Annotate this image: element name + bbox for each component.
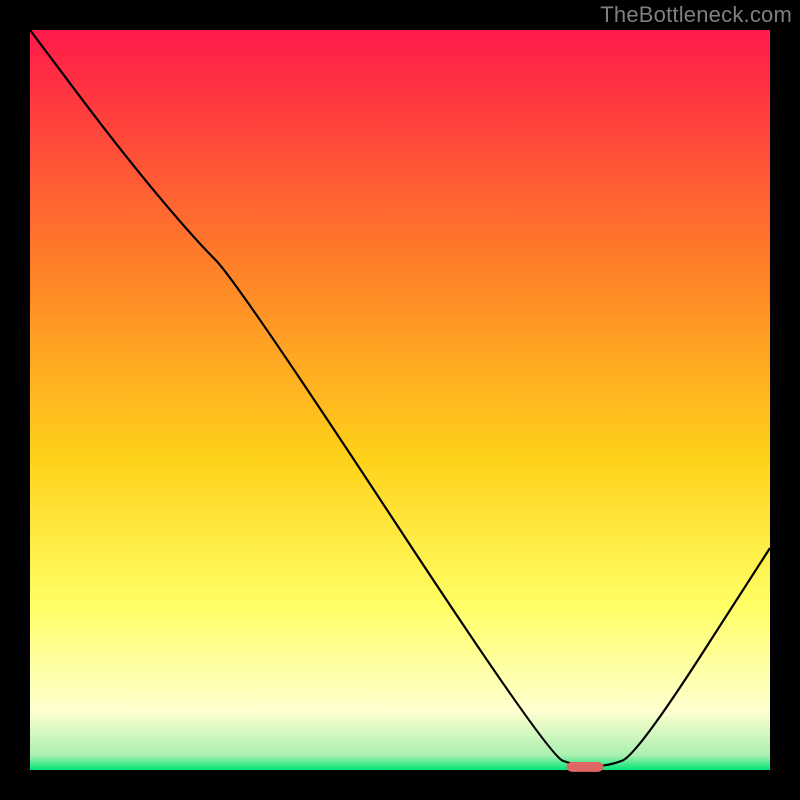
optimal-marker (567, 762, 604, 772)
bottleneck-chart (0, 0, 800, 800)
watermark-text: TheBottleneck.com (600, 2, 792, 28)
chart-container: TheBottleneck.com (0, 0, 800, 800)
plot-background (30, 30, 770, 770)
